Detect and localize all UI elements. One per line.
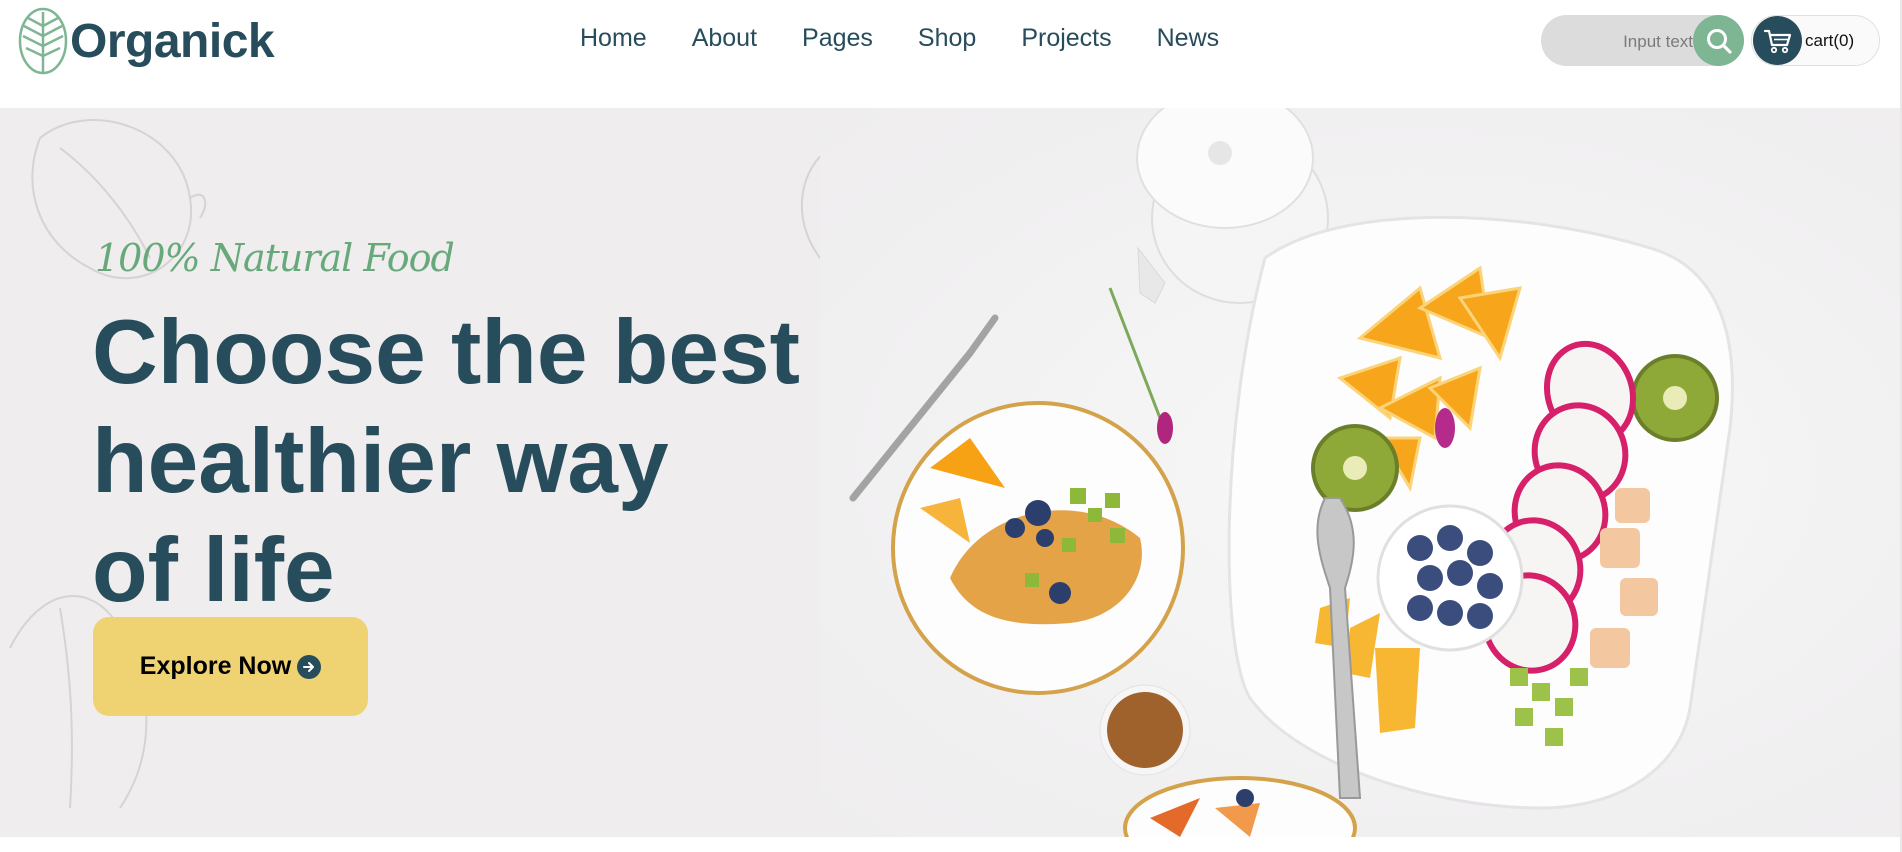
- main-nav: Home About Pages Shop Projects News: [580, 24, 1219, 53]
- hero-title-line-2: healthier way: [92, 411, 669, 512]
- nav-item-pages[interactable]: Pages: [802, 24, 873, 53]
- food-illustration: [849, 108, 1734, 837]
- cart-icon-badge: [1753, 16, 1802, 65]
- nav-item-news[interactable]: News: [1157, 24, 1220, 53]
- nav-item-projects[interactable]: Projects: [1021, 24, 1111, 53]
- peach-plate: [1123, 776, 1357, 837]
- hero-section: 100% Natural Food Choose the best health…: [0, 108, 1902, 837]
- fruit-tray: [1108, 215, 1734, 810]
- explore-now-button[interactable]: Explore Now: [93, 617, 368, 716]
- arrow-right-icon: [297, 654, 322, 679]
- cart-label: cart(0): [1805, 30, 1855, 50]
- hero-tagline: 100% Natural Food: [95, 236, 455, 280]
- nav-item-shop[interactable]: Shop: [918, 24, 976, 53]
- nav-item-about[interactable]: About: [692, 24, 757, 53]
- breakfast-plate: [891, 401, 1185, 695]
- brand-logo[interactable]: Organick: [18, 6, 275, 76]
- coffee-cup-icon: [1099, 684, 1191, 776]
- hero-title-line-3: of life: [92, 520, 335, 621]
- search-button[interactable]: [1693, 15, 1744, 66]
- cart-icon: [1763, 29, 1791, 53]
- search-input[interactable]: [1561, 15, 1695, 68]
- site-header: Organick Home About Pages Shop Projects …: [0, 0, 1902, 107]
- hero-title: Choose the best healthier way of life: [92, 298, 812, 625]
- hero-title-line-1: Choose the best: [92, 302, 800, 403]
- hero-food-image: [820, 108, 1902, 837]
- explore-now-label: Explore Now: [139, 652, 292, 680]
- cart-button[interactable]: cart(0): [1751, 15, 1880, 66]
- leaf-logo-icon: [18, 7, 68, 75]
- brand-name: Organick: [70, 14, 275, 68]
- search-icon: [1706, 28, 1732, 54]
- nav-item-home[interactable]: Home: [580, 24, 647, 53]
